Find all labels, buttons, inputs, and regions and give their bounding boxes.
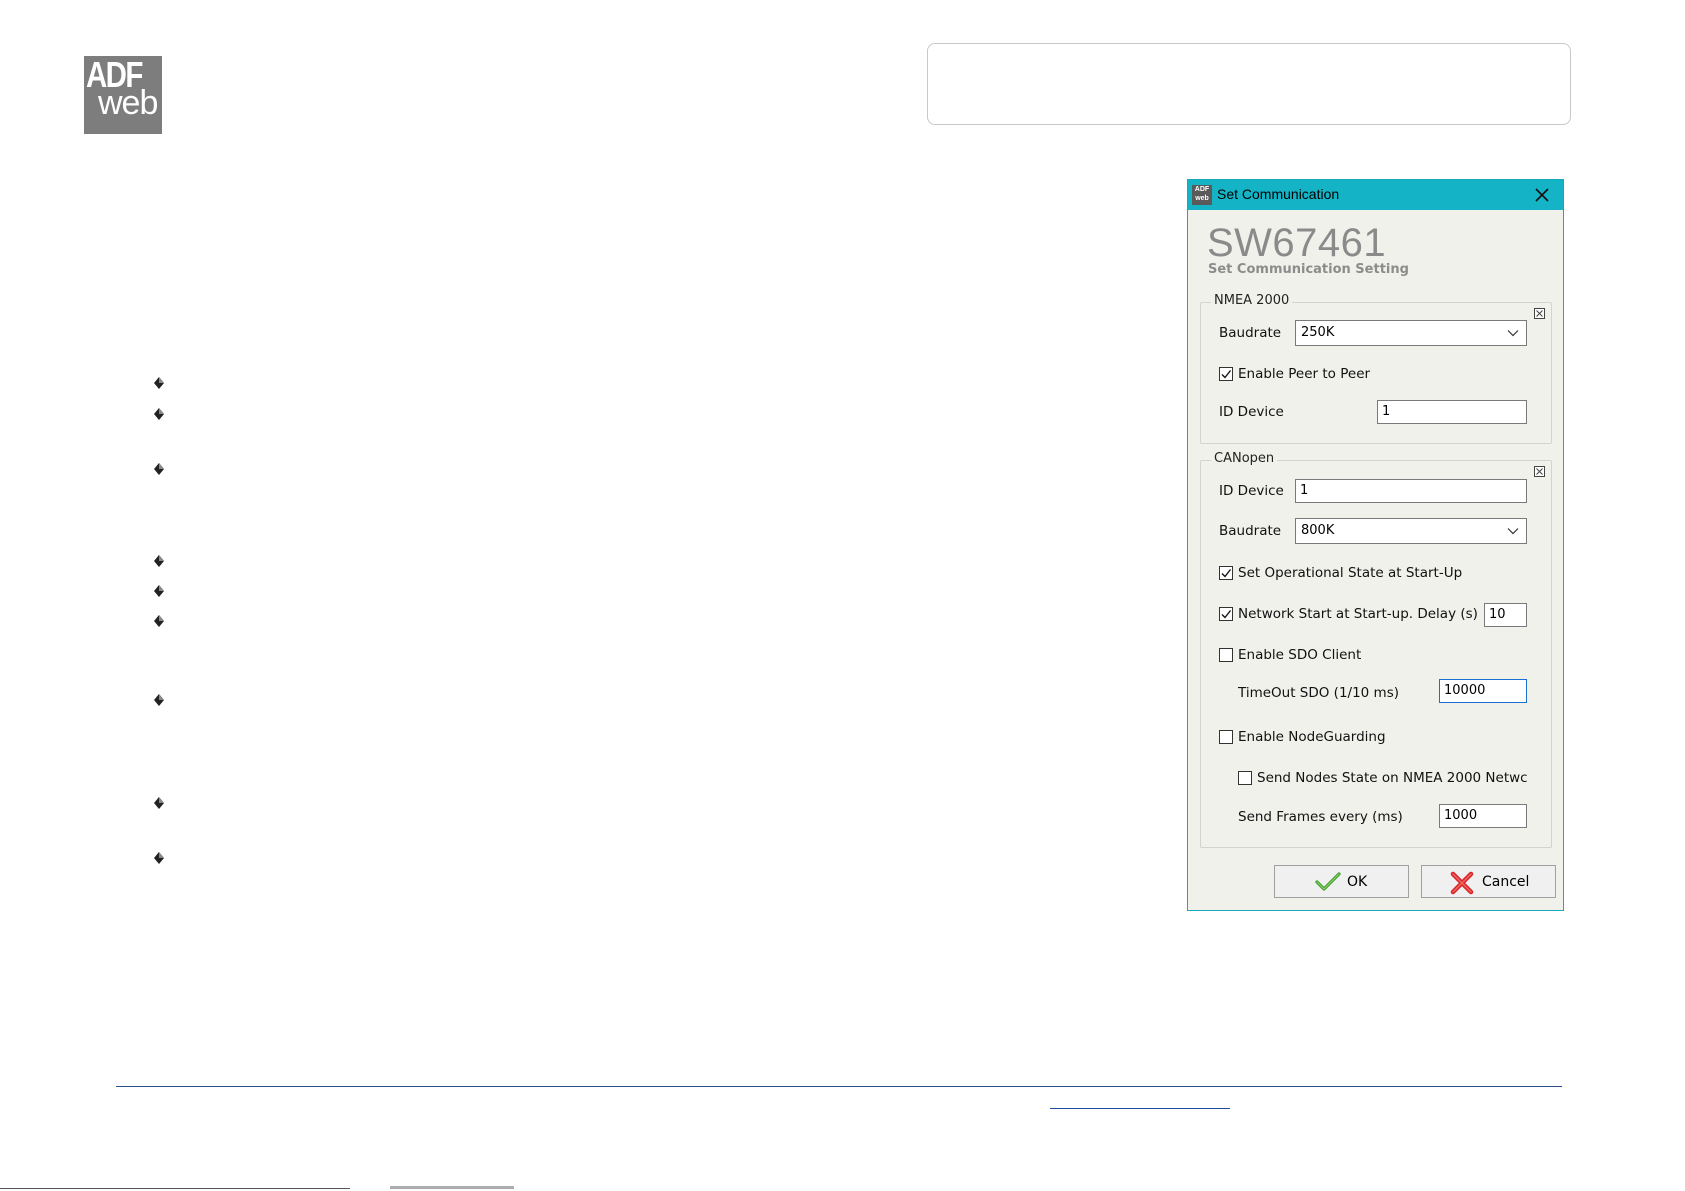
close-icon[interactable] — [1533, 186, 1551, 204]
ok-button[interactable]: OK — [1274, 865, 1409, 898]
set-operational-state-label: Set Operational State at Start-Up — [1238, 565, 1463, 581]
bottom-rule — [0, 1188, 350, 1189]
diamond-bullet-icon — [154, 408, 164, 420]
set-communication-dialog: ADF web Set Communication SW67461 Set Com… — [1187, 179, 1564, 911]
timeout-sdo-label: TimeOut SDO (1/10 ms) — [1238, 685, 1400, 701]
header-box — [927, 43, 1571, 125]
enable-nodeguarding-label: Enable NodeGuarding — [1238, 729, 1386, 745]
red-x-icon — [1450, 871, 1474, 895]
bottom-glyphs — [390, 1186, 514, 1189]
chevron-down-icon — [1507, 330, 1519, 337]
collapse-box-icon[interactable] — [1534, 308, 1545, 319]
checkmark-icon — [1221, 370, 1232, 379]
green-check-icon — [1315, 872, 1341, 891]
enable-sdo-client-checkbox[interactable] — [1219, 648, 1233, 662]
enable-peer-to-peer-label: Enable Peer to Peer — [1238, 366, 1371, 382]
nmea-id-device-input[interactable]: 1 — [1377, 400, 1527, 424]
checkmark-icon — [1221, 610, 1232, 619]
canopen-id-device-label: ID Device — [1219, 483, 1284, 499]
checkmark-icon — [1221, 569, 1232, 578]
canopen-group: CANopen ID Device 1 Baudrate 800K Set Op… — [1200, 451, 1552, 848]
dialog-titlebar[interactable]: ADF web Set Communication — [1188, 180, 1563, 210]
nmea-baudrate-select[interactable]: 250K — [1295, 320, 1527, 346]
nmea2000-group: NMEA 2000 Baudrate 250K Enable Peer to P… — [1200, 293, 1552, 444]
diamond-bullet-icon — [154, 585, 164, 597]
diamond-bullet-icon — [154, 555, 164, 567]
nmea-baudrate-label: Baudrate — [1219, 325, 1282, 341]
dialog-title: Set Communication — [1217, 186, 1340, 202]
dialog-subtitle: Set Communication Setting — [1208, 262, 1409, 277]
enable-sdo-client-label: Enable SDO Client — [1238, 647, 1362, 663]
diamond-bullet-icon — [154, 377, 164, 389]
nmea2000-legend: NMEA 2000 — [1211, 293, 1293, 308]
timeout-sdo-input[interactable]: 10000 — [1439, 679, 1527, 703]
diamond-bullet-icon — [154, 463, 164, 475]
adf-app-icon: ADF web — [1192, 185, 1212, 205]
footer-divider — [116, 1086, 1562, 1087]
diamond-bullet-icon — [154, 797, 164, 809]
canopen-legend: CANopen — [1211, 451, 1278, 466]
cancel-button[interactable]: Cancel — [1421, 865, 1556, 898]
send-frames-label: Send Frames every (ms) — [1238, 809, 1403, 825]
footer-link-underline[interactable] — [1050, 1108, 1230, 1109]
send-nodes-state-checkbox[interactable] — [1238, 771, 1252, 785]
cancel-label: Cancel — [1482, 874, 1530, 890]
network-start-delay-input[interactable]: 10 — [1484, 603, 1527, 627]
send-nodes-state-label: Send Nodes State on NMEA 2000 Netwc — [1257, 770, 1527, 786]
diamond-bullet-icon — [154, 694, 164, 706]
nmea-id-device-label: ID Device — [1219, 404, 1284, 420]
adf-web-logo: ADF web — [84, 56, 162, 134]
enable-nodeguarding-checkbox[interactable] — [1219, 730, 1233, 744]
enable-peer-to-peer-checkbox[interactable] — [1219, 367, 1233, 381]
diamond-bullet-icon — [154, 615, 164, 627]
network-start-checkbox[interactable] — [1219, 607, 1233, 621]
chevron-down-icon — [1507, 528, 1519, 535]
canopen-baudrate-value: 800K — [1301, 523, 1335, 538]
set-operational-state-checkbox[interactable] — [1219, 566, 1233, 580]
collapse-box-icon[interactable] — [1534, 466, 1545, 477]
logo-text-web: web — [98, 84, 158, 122]
product-code: SW67461 — [1207, 221, 1387, 265]
send-frames-input[interactable]: 1000 — [1439, 804, 1527, 828]
canopen-id-device-input[interactable]: 1 — [1295, 479, 1527, 503]
network-start-label: Network Start at Start-up. Delay (s) — [1238, 606, 1478, 622]
canopen-baudrate-select[interactable]: 800K — [1295, 518, 1527, 544]
ok-label: OK — [1347, 874, 1368, 890]
diamond-bullet-icon — [154, 852, 164, 864]
canopen-baudrate-label: Baudrate — [1219, 523, 1282, 539]
nmea-baudrate-value: 250K — [1301, 325, 1335, 340]
